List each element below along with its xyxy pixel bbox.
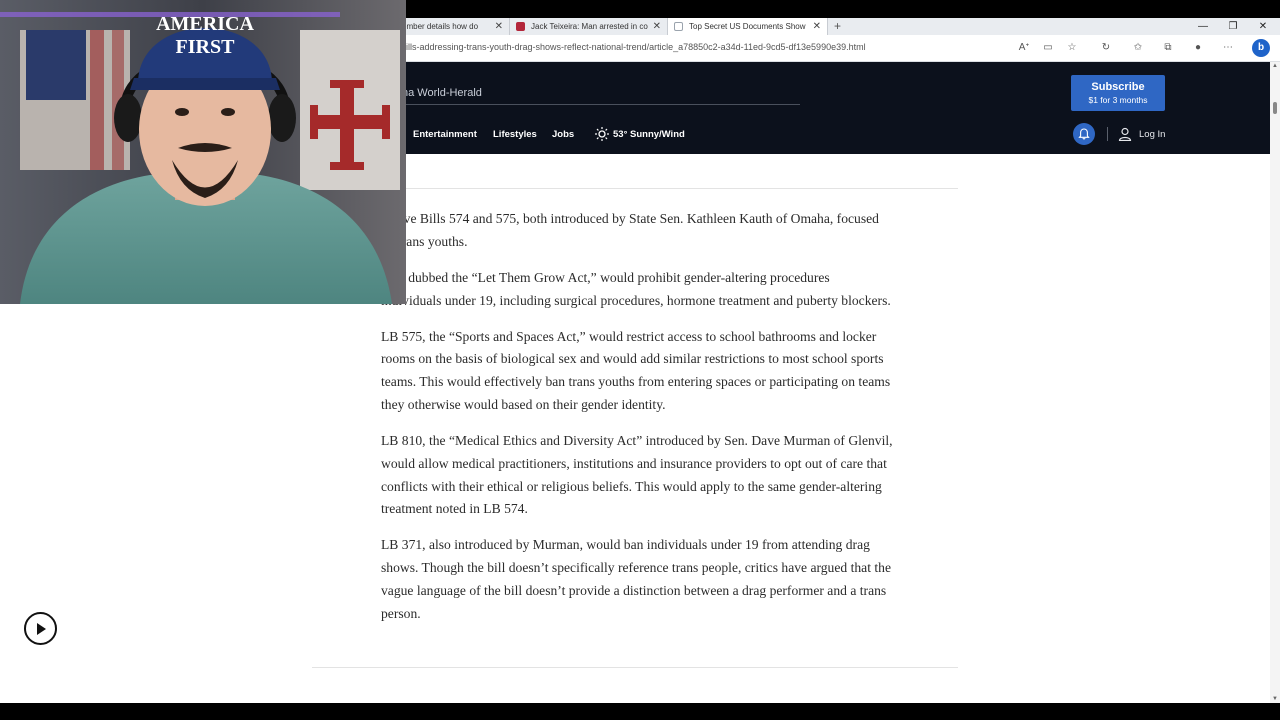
browser-tab[interactable]: Jack Teixeira: Man arrested in co ✕ [510,18,668,35]
article-body: slative Bills 574 and 575, both introduc… [381,208,893,639]
favorite-add-icon[interactable]: ☆ [1064,40,1080,56]
subscribe-button[interactable]: Subscribe $1 for 3 months [1071,75,1165,111]
url-field[interactable]: ills-addressing-trans-youth-drag-shows-r… [406,42,866,52]
article-paragraph: 574, dubbed the “Let Them Grow Act,” wou… [381,269,891,308]
plus-icon[interactable]: + [834,18,841,35]
bing-icon[interactable]: b [1252,39,1270,57]
close-icon[interactable]: ✕ [1248,18,1278,35]
minimize-icon[interactable]: — [1188,18,1218,35]
refresh-icon[interactable]: ↻ [1098,40,1114,56]
article-paragraph: LB 575, the “Sports and Spaces Act,” wou… [381,328,891,412]
scroll-down-icon[interactable]: ▼ [1272,696,1278,702]
article-paragraph: slative Bills 574 and 575, both introduc… [381,211,879,249]
hat-text-line2: FIRST [176,36,236,58]
bell-icon [1078,128,1090,140]
immersive-reader-icon[interactable]: ▭ [1040,40,1056,56]
nav-item-jobs[interactable]: Jobs [552,129,574,140]
scrollbar-thumb[interactable] [1273,102,1277,114]
restore-icon[interactable]: ❐ [1218,18,1248,35]
play-icon [36,622,46,635]
profile-icon[interactable]: ● [1190,40,1206,56]
webcam-person-image: AMERICA FIRST [0,0,406,304]
scroll-up-icon[interactable]: ▲ [1272,63,1278,69]
close-icon[interactable]: ✕ [813,21,821,32]
nav-item-entertainment[interactable]: Entertainment [413,129,477,140]
tab-title: Jack Teixeira: Man arrested in co [531,22,648,31]
subscribe-offer: $1 for 3 months [1088,95,1148,105]
page-scrollbar[interactable]: ▲ ▼ [1270,62,1280,703]
sun-icon [595,127,609,141]
tab-title: ember details how do [402,22,479,31]
article-divider-bottom [312,667,958,668]
browser-tab[interactable]: ember details how do ✕ [396,18,510,35]
play-button[interactable] [24,612,57,645]
bottom-black-bar [0,703,1280,720]
nav-item-lifestyles[interactable]: Lifestyles [493,129,537,140]
search-underline [402,104,800,105]
article-divider-top [312,188,958,189]
favorites-icon[interactable]: ✩ [1130,40,1146,56]
screen: ember details how do ✕ Jack Teixeira: Ma… [0,0,1280,720]
notifications-button[interactable] [1073,123,1095,145]
header-divider [1107,127,1108,141]
browser-tab-active[interactable]: Top Secret US Documents Show ✕ [668,18,828,35]
site-favicon-icon [516,22,525,31]
article-paragraph: LB 810, the “Medical Ethics and Diversit… [381,432,893,517]
close-icon[interactable]: ✕ [495,21,503,32]
close-icon[interactable]: ✕ [653,21,661,32]
login-link[interactable]: Log In [1139,129,1165,140]
hat-text-line1: AMERICA [156,13,254,35]
page-favicon-icon [674,22,683,31]
more-icon[interactable]: ⋯ [1220,40,1236,56]
read-aloud-icon[interactable]: Aᐩ [1016,40,1032,56]
weather-link[interactable]: 53° Sunny/Wind [613,129,685,140]
article-paragraph: LB 371, also introduced by Murman, would… [381,537,891,621]
subscribe-label: Subscribe [1091,81,1145,93]
webcam-overlay: AMERICA FIRST [0,0,406,304]
site-brand[interactable]: ha World-Herald [402,87,482,99]
collections-icon[interactable]: ⧉ [1160,40,1176,56]
user-icon[interactable] [1118,127,1132,141]
tab-title: Top Secret US Documents Show [689,22,806,31]
